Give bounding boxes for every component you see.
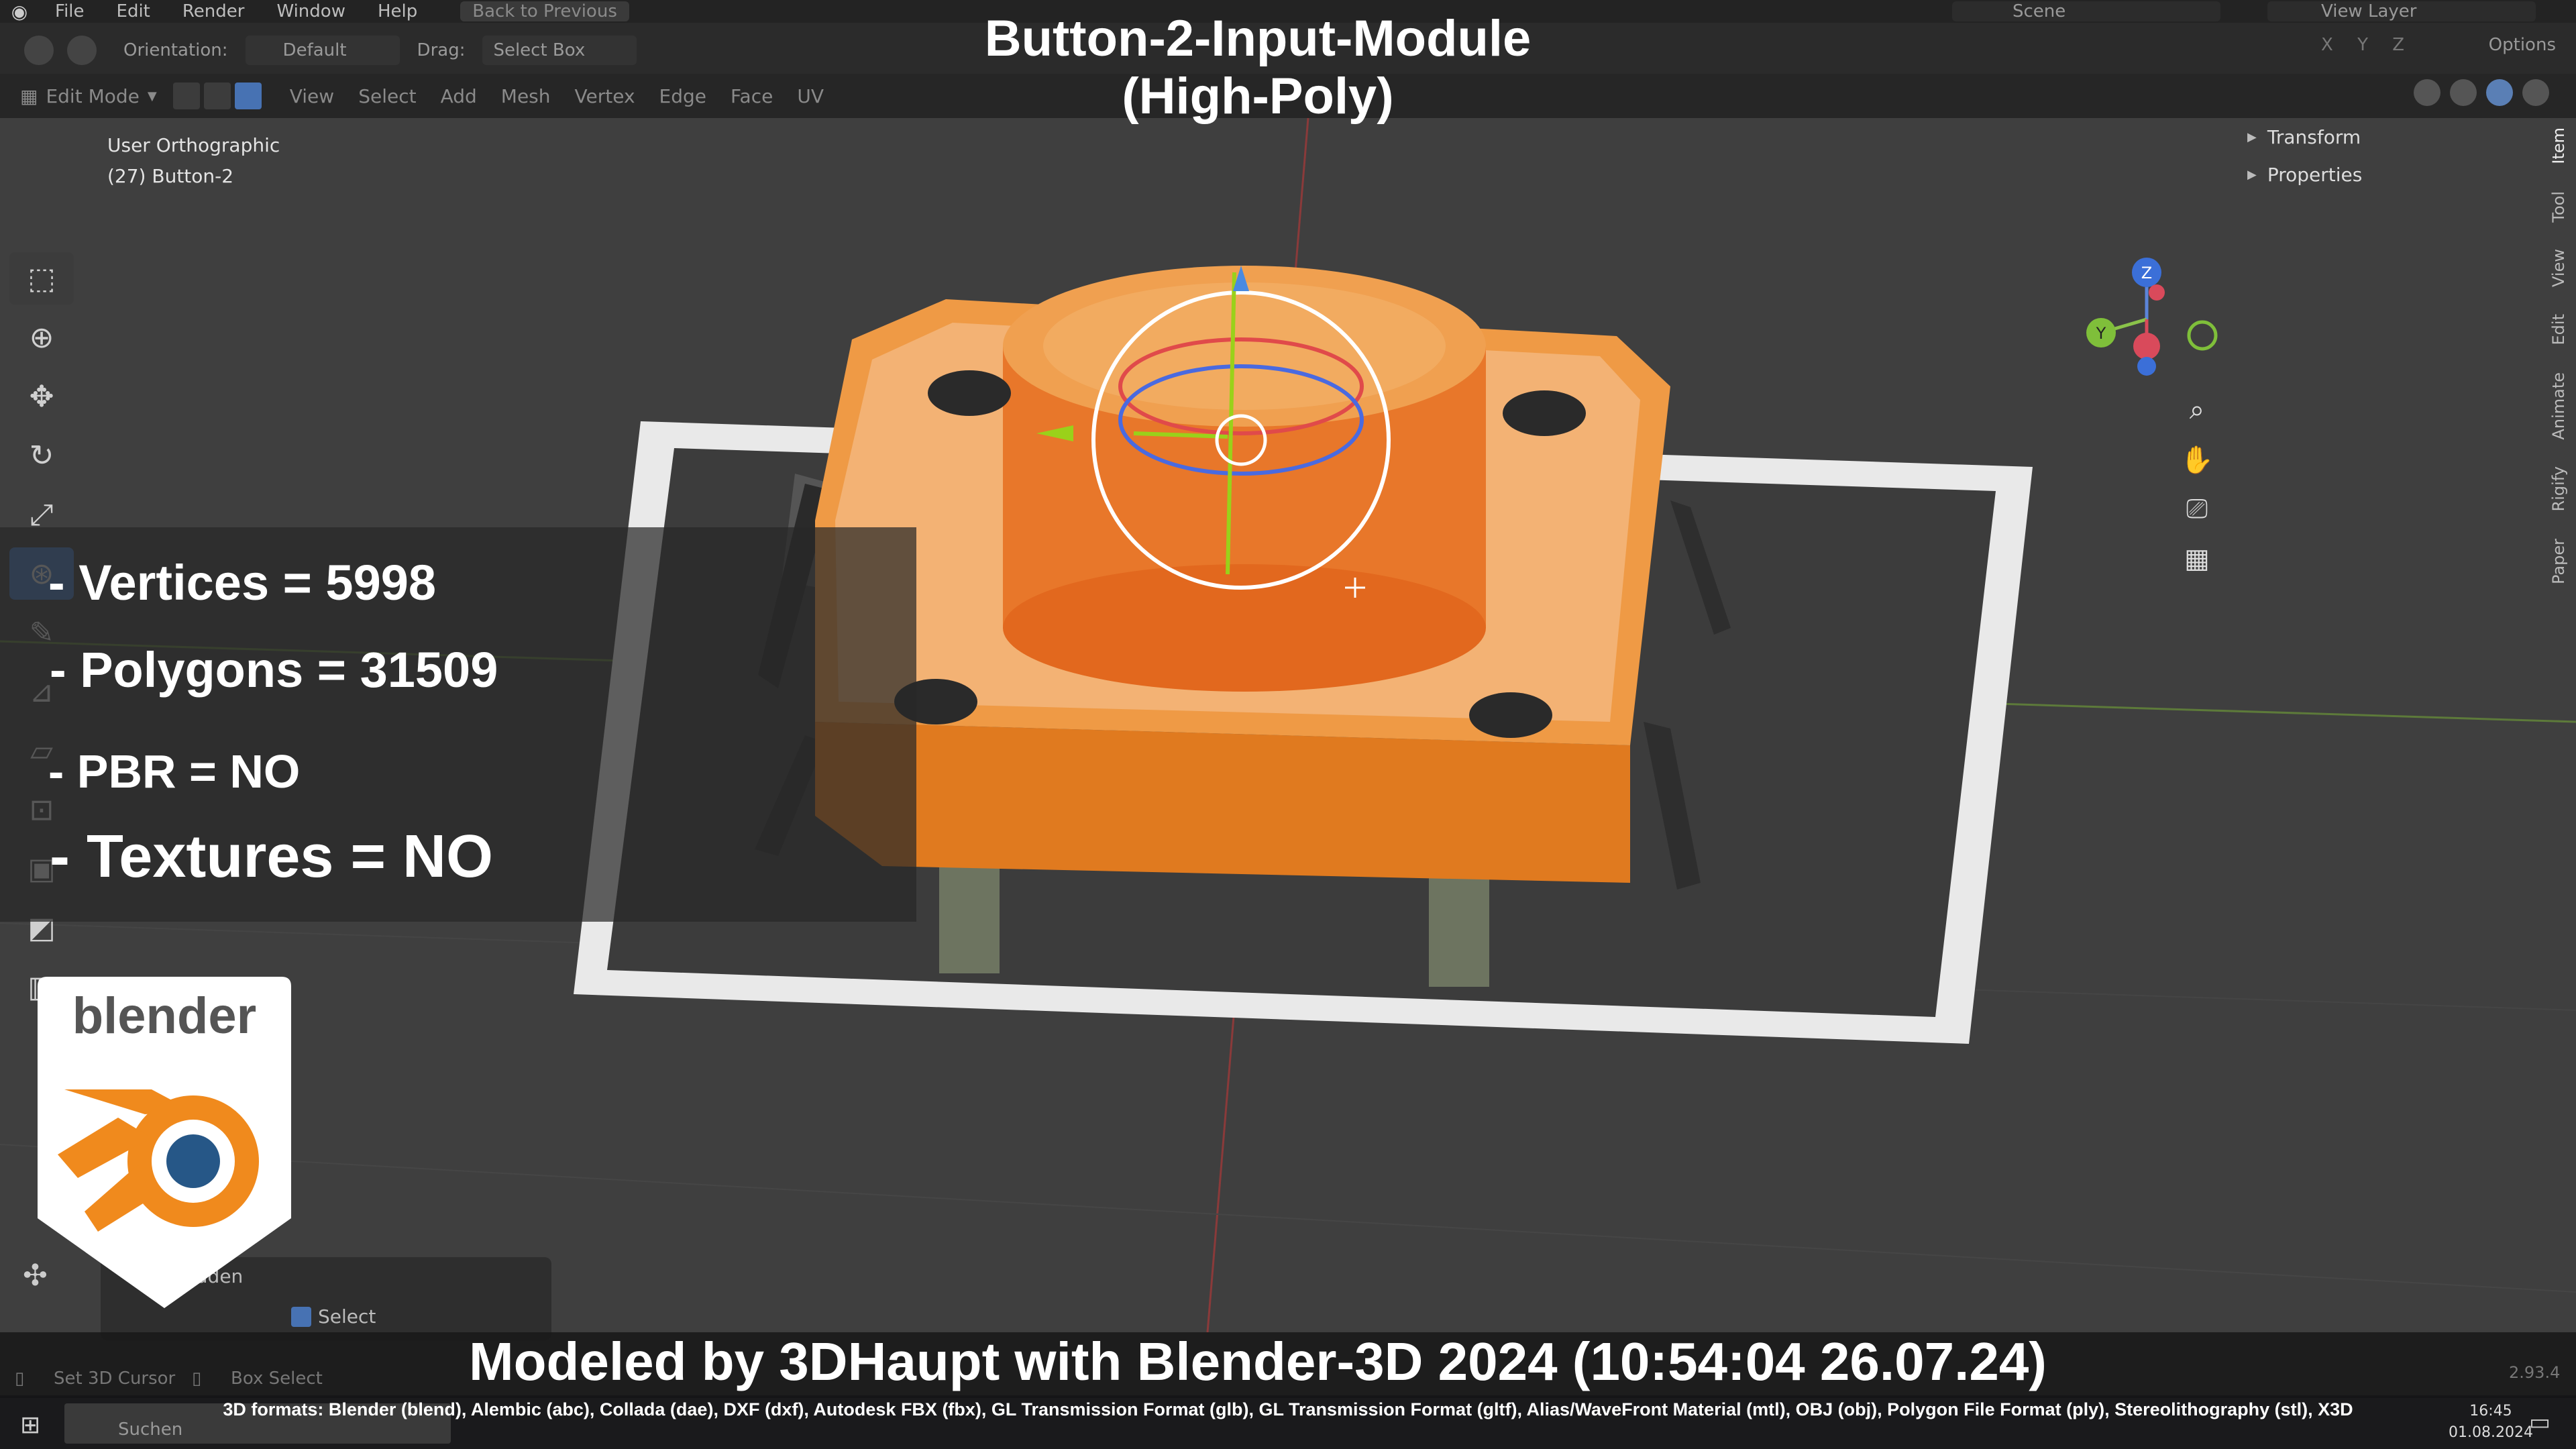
rendered-shading-button[interactable] [2522,79,2549,106]
tab-rigify[interactable]: Rigify [2549,466,2568,511]
cylinder-bottom [1003,564,1486,692]
body-side [815,722,1630,883]
viewport-info: User Orthographic (27) Button-2 [107,130,280,192]
title-line-1: Button-2-Input-Module [984,10,1532,67]
pbr-stat: - PBR = NO [48,745,301,798]
gizmo-neg-z-icon [2137,357,2156,376]
blender-badge: blender [38,977,291,1308]
textures-stat: - Textures = NO [50,823,494,890]
expand-triangle-icon: ▶ [2247,129,2257,144]
gizmo-x-icon [2133,333,2160,360]
move-tool-icon[interactable]: ✥ [9,370,74,423]
tab-edit[interactable]: Edit [2549,314,2568,345]
cursor-tool-icon[interactable]: ⊕ [9,311,74,364]
checkbox-icon [291,1306,311,1327]
status-box-select: Box Select [231,1368,323,1389]
status-bar: ▯ Set 3D Cursor ▯ Box Select [0,1362,2576,1395]
camera-view-icon[interactable]: ⎚ [2174,486,2220,533]
corner-knob [1469,692,1552,738]
corner-knob [928,370,1011,416]
pan-hand-icon[interactable]: ✋ [2174,436,2220,483]
select-box-tool-icon[interactable]: ⬚ [9,252,74,305]
properties-section[interactable]: ▶ Properties [2234,156,2549,193]
active-object: (27) Button-2 [107,165,234,187]
select-checkbox[interactable]: Select [291,1305,376,1328]
status-left-icon: ▯ [15,1368,25,1389]
select-checkbox-label: Select [318,1305,376,1328]
gizmo-neg-x-icon [2149,284,2165,301]
n-panel-tabs: Item Tool View Edit Animate Rigify Paper [2549,127,2576,611]
tab-tool[interactable]: Tool [2549,191,2568,223]
tab-item[interactable]: Item [2549,127,2568,164]
navigation-gizmo[interactable]: Z Y [2073,252,2220,386]
zoom-icon[interactable]: ⌕ [2174,386,2220,433]
corner-knob [1503,390,1586,436]
gizmo-z-label: Z [2141,264,2152,282]
gizmo-neg-y-icon [2187,320,2218,351]
rotate-tool-icon[interactable]: ↻ [9,429,74,482]
blender-version: 2.93.4 [2509,1363,2561,1382]
transform-label: Transform [2267,125,2361,148]
polygons-stat: - Polygons = 31509 [50,642,498,698]
tab-paper[interactable]: Paper [2549,539,2568,584]
formats-text: 3D formats: Blender (blend), Alembic (ab… [223,1399,2353,1419]
n-panel: ▶ Transform ▶ Properties [2234,118,2549,199]
grid-view-icon[interactable]: ▦ [2174,535,2220,582]
navigation-buttons: ⌕ ✋ ⎚ ▦ [2174,386,2220,585]
badge-wordmark: blender [72,987,257,1044]
title-line-2: (High-Poly) [1122,68,1394,125]
expand-triangle-icon: ▶ [2247,167,2257,182]
tab-animate[interactable]: Animate [2549,372,2568,440]
view-name: User Orthographic [107,134,280,156]
properties-label: Properties [2267,163,2363,186]
vertices-stat: - Vertices = 5998 [48,555,437,610]
tab-view[interactable]: View [2549,249,2568,287]
status-middle-icon: ▯ [192,1368,202,1389]
status-set-cursor: Set 3D Cursor [54,1368,176,1389]
clock-date: 01.08.2024 [2449,1424,2533,1441]
gizmo-y-label: Y [2096,324,2106,343]
